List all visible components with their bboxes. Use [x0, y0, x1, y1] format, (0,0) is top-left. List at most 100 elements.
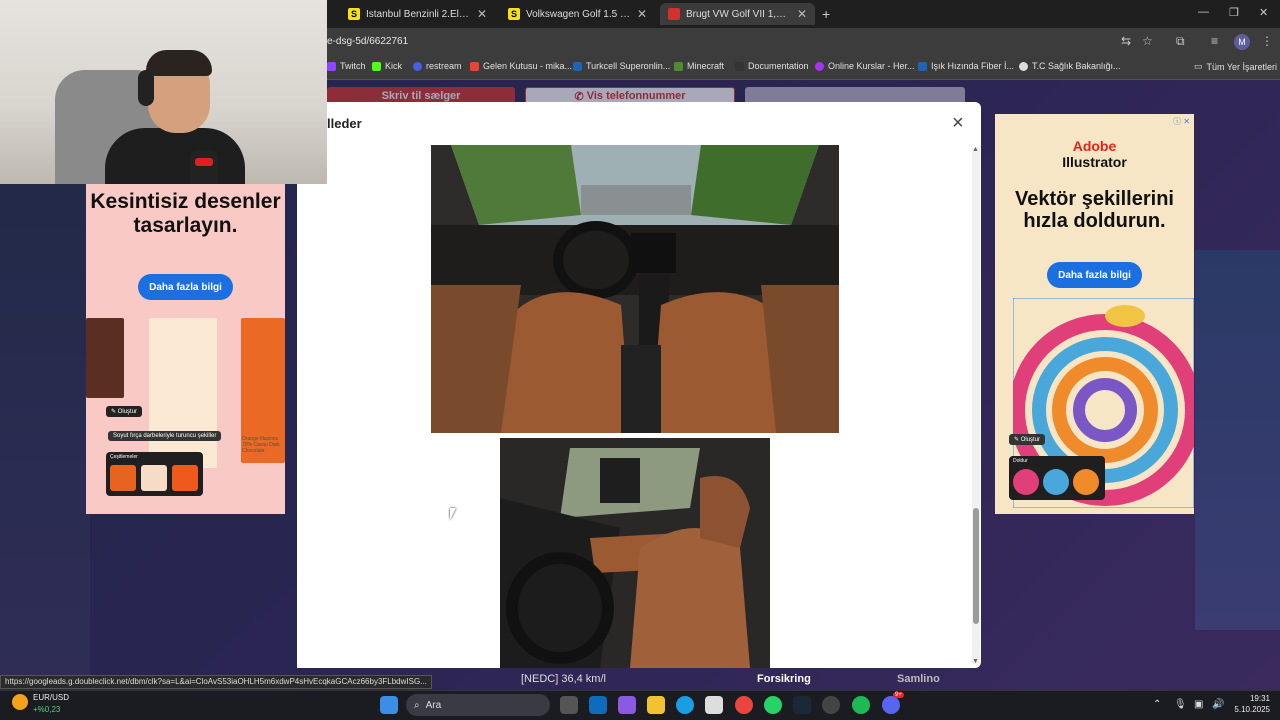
ticker-name[interactable]: EUR/USD: [33, 693, 69, 702]
ad-headline: Kesintisiz desenler tasarlayın.: [90, 190, 281, 237]
close-window-icon[interactable]: ✕: [1259, 6, 1268, 19]
bilbasen-icon: [668, 8, 680, 20]
fill-label: Doldur: [1013, 458, 1028, 464]
headset-icon: [138, 70, 154, 106]
close-tab-icon[interactable]: ✕: [637, 7, 647, 21]
adobe-illustrator-ad[interactable]: ⓘ ✕ Adobe Illustrator Vektör şekillerini…: [995, 114, 1194, 514]
scroll-up-icon[interactable]: ▲: [972, 146, 979, 153]
steam-icon[interactable]: [793, 696, 811, 714]
desktop-background-right: [1195, 250, 1280, 630]
bookmark-twitch[interactable]: Twitch: [327, 61, 366, 71]
bookmark-documentation[interactable]: Documentation: [735, 61, 809, 71]
webcam-overlay: [0, 0, 327, 184]
url-field[interactable]: e-dsg-5d/6622761: [327, 36, 408, 47]
bookmark-turkcell[interactable]: Turkcell Superonlin...: [573, 61, 670, 71]
bookmark-minecraft[interactable]: Minecraft: [674, 61, 724, 71]
variation-swatch: [172, 465, 198, 491]
kick-icon: [372, 61, 381, 71]
bookmark-label: restream: [426, 61, 462, 71]
adobe-ad-left[interactable]: Kesintisiz desenler tasarlayın. Daha faz…: [86, 184, 285, 514]
car-interior-photo[interactable]: [431, 145, 839, 433]
variation-swatch: [141, 465, 167, 491]
bookmark-label: Tüm Yer İşaretleri: [1206, 61, 1278, 72]
media-icon[interactable]: ≡: [1211, 34, 1218, 48]
minecraft-icon: [674, 61, 683, 71]
illustrator-label: Illustrator: [1062, 154, 1127, 170]
fill-swatch: [1073, 469, 1099, 495]
task-view-icon[interactable]: [560, 696, 578, 714]
bookmark-udemy[interactable]: Online Kurslar - Her...: [815, 61, 915, 71]
bookmark-gmail[interactable]: Gelen Kutusu - mika...: [470, 61, 572, 71]
tab-istanbul[interactable]: S İstanbul Benzinli 2.El Arabalar v ✕: [340, 3, 495, 25]
sahibinden-icon: S: [348, 8, 360, 20]
learn-more-button[interactable]: Daha fazla bilgi: [138, 274, 233, 300]
tab-title: Volkswagen Golf 1.5 eTSI Fiyatl: [526, 8, 631, 20]
car-seat-photo[interactable]: [500, 438, 770, 668]
outlook-icon[interactable]: [589, 696, 607, 714]
ad-info-icon[interactable]: ⓘ ✕: [1173, 116, 1190, 127]
bookmark-restream[interactable]: restream: [413, 61, 462, 71]
bookmark-label: Twitch: [340, 61, 366, 71]
scrollbar-thumb[interactable]: [973, 508, 979, 624]
date: 5.10.2025: [1234, 705, 1270, 714]
modal-title: lleder: [327, 116, 362, 131]
taskbar-search[interactable]: ⌕ Ara: [406, 694, 550, 716]
menu-icon[interactable]: ⋮: [1261, 34, 1273, 48]
chrome-icon[interactable]: [735, 696, 753, 714]
scroll-down-icon[interactable]: ▼: [972, 658, 979, 665]
windows-start-icon[interactable]: [380, 696, 398, 714]
nedc-value: [NEDC] 36,4 km/l: [521, 673, 606, 685]
clock[interactable]: 19:31 5.10.2025: [1230, 693, 1270, 715]
create-tag: ✎ Oluştur: [1009, 434, 1046, 445]
create-label: Oluştur: [1020, 437, 1041, 443]
desktop-background-left: [0, 180, 90, 680]
file-explorer-icon[interactable]: [647, 696, 665, 714]
twitch-icon: [327, 61, 336, 71]
bookmark-label: Işık Hızında Fiber İ...: [931, 61, 1015, 71]
edge-icon[interactable]: [676, 696, 694, 714]
bookmark-kick[interactable]: Kick: [372, 61, 402, 71]
all-bookmarks[interactable]: ▭ Tüm Yer İşaretleri: [1194, 61, 1277, 72]
folder-icon: ▭: [1194, 61, 1203, 71]
close-tab-icon[interactable]: ✕: [477, 7, 487, 21]
variations-label: Çeşitlemeler: [110, 454, 138, 460]
whatsapp-icon[interactable]: [764, 696, 782, 714]
spotify-icon[interactable]: [852, 696, 870, 714]
tray-chevron-icon[interactable]: ⌃: [1153, 699, 1161, 710]
prompt-tag: Soyut fırça darbeleriyle turuncu şekille…: [108, 431, 222, 441]
bookmark-fiber[interactable]: Işık Hızında Fiber İ...: [918, 61, 1014, 71]
store-icon[interactable]: [705, 696, 723, 714]
taskbar: [0, 690, 1280, 720]
close-icon[interactable]: ×: [952, 112, 964, 135]
tab-golf-price[interactable]: S Volkswagen Golf 1.5 eTSI Fiyatl ✕: [500, 3, 655, 25]
currency-icon[interactable]: [12, 694, 28, 710]
tab-brugt-golf[interactable]: Brugt VW Golf VII 1,4 GTE High ✕: [660, 3, 815, 25]
volume-icon[interactable]: 🔊: [1212, 699, 1224, 710]
learn-more-button[interactable]: Daha fazla bilgi: [1047, 262, 1142, 288]
discord-icon[interactable]: [882, 696, 900, 714]
search-placeholder: Ara: [425, 699, 442, 711]
create-label: Oluştur: [117, 409, 138, 415]
restore-icon[interactable]: ❐: [1229, 6, 1239, 19]
copilot-icon[interactable]: [618, 696, 636, 714]
star-icon[interactable]: ☆: [1142, 34, 1153, 48]
gmail-icon: [470, 61, 479, 71]
tab-title: Brugt VW Golf VII 1,4 GTE High: [686, 8, 791, 20]
minimize-icon[interactable]: —: [1198, 6, 1209, 18]
bookmark-saglik[interactable]: T.C Sağlık Bakanlığı...: [1019, 61, 1121, 71]
close-tab-icon[interactable]: ✕: [797, 7, 807, 21]
translate-icon[interactable]: ⇆: [1121, 34, 1131, 48]
time: 19:31: [1249, 694, 1270, 703]
phone-label: Vis telefonnummer: [586, 90, 686, 102]
chocolate-bar: [86, 318, 124, 398]
documentation-icon: [735, 61, 744, 71]
new-tab-button[interactable]: +: [822, 6, 830, 22]
display-icon[interactable]: ▣: [1194, 699, 1203, 710]
samlino-logo: Samlino: [897, 673, 940, 685]
profile-avatar[interactable]: M: [1234, 34, 1250, 50]
microphone-tray-icon[interactable]: 🎙: [1174, 699, 1187, 710]
extensions-icon[interactable]: ⧉: [1176, 34, 1185, 49]
fiber-icon: [918, 61, 927, 71]
app-icon[interactable]: [822, 696, 840, 714]
chocolate-package: [149, 318, 217, 468]
